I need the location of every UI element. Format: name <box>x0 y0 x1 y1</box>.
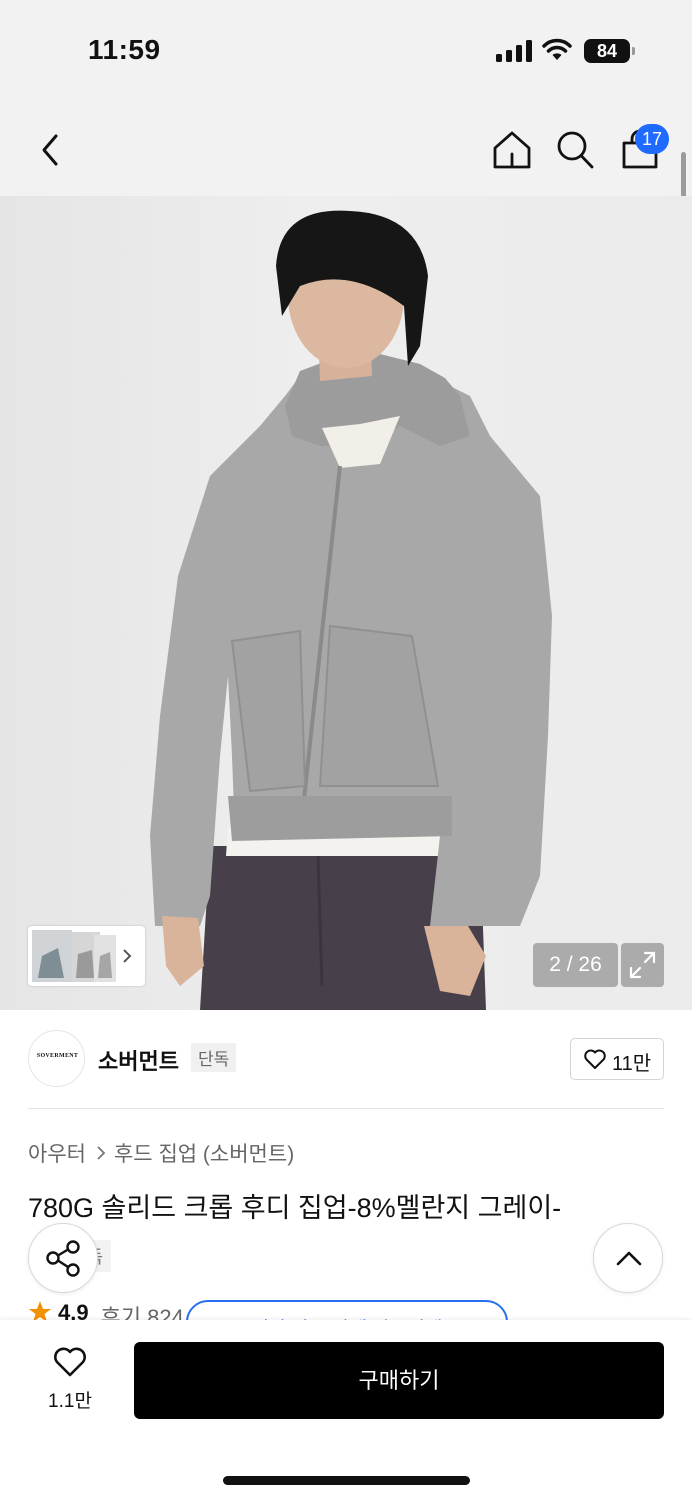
back-arrow-icon[interactable] <box>32 130 68 170</box>
exclusive-badge: 단독 <box>191 1043 237 1072</box>
top-nav-bar <box>0 100 692 196</box>
wishlist-button[interactable]: 1.1만 <box>40 1344 100 1416</box>
thumbnail-images <box>32 930 132 982</box>
product-photo <box>150 210 552 1010</box>
product-title: 780G 솔리드 크롭 후디 집업-8%멜란지 그레이- <box>28 1193 562 1223</box>
heart-icon <box>584 1049 606 1069</box>
brand-like-button[interactable]: 11만 <box>570 1038 664 1080</box>
buy-button[interactable]: 구매하기 <box>134 1342 664 1419</box>
breadcrumb-category[interactable]: 아우터 <box>28 1138 86 1168</box>
divider <box>28 1108 664 1109</box>
chevron-right-icon <box>97 1146 106 1160</box>
brand-like-count: 11만 <box>612 1053 652 1075</box>
breadcrumb-subcategory[interactable]: 후드 집업 (소버먼트) <box>114 1138 294 1168</box>
product-image-gallery[interactable] <box>0 196 692 1010</box>
brand-name[interactable]: 소버먼트 <box>98 1044 179 1076</box>
cellular-signal-icon <box>496 40 532 62</box>
rating-value: 4.9 <box>58 1300 89 1320</box>
status-bar: 11:59 84 <box>0 0 692 100</box>
share-button[interactable] <box>28 1223 98 1293</box>
brand-logo[interactable]: SOVERMENT <box>28 1030 85 1087</box>
home-icon[interactable] <box>490 128 534 172</box>
cart-count-badge: 17 <box>635 124 669 154</box>
search-icon[interactable] <box>554 128 596 172</box>
breadcrumb: 아우터 후드 집업 (소버먼트) <box>28 1138 294 1168</box>
review-count[interactable]: 후기 824 <box>101 1300 184 1320</box>
brand-logo-text: SOVERMENT <box>36 1053 79 1059</box>
promo-pill[interactable]: 무신사 다른 가게 상품이에요 <box>186 1300 508 1320</box>
rating-row: 4.9 후기 824 무신사 다른 가게 상품이에요 <box>28 1300 678 1320</box>
expand-button[interactable] <box>621 943 664 987</box>
heart-icon <box>54 1347 86 1377</box>
battery-tip <box>632 47 635 55</box>
image-counter: 2 / 26 <box>533 943 618 987</box>
expand-icon <box>629 951 656 979</box>
star-icon <box>29 1301 51 1320</box>
image-thumbnail-strip[interactable] <box>28 926 145 986</box>
chevron-up-icon <box>616 1251 642 1266</box>
home-indicator <box>223 1476 470 1485</box>
scroll-to-top-button[interactable] <box>593 1223 663 1293</box>
battery-icon: 84 <box>584 39 630 63</box>
wifi-icon <box>542 38 572 60</box>
chevron-right-icon <box>123 949 132 963</box>
wishlist-count: 1.1만 <box>48 1391 92 1412</box>
status-time: 11:59 <box>88 34 161 65</box>
share-icon <box>46 1240 80 1277</box>
